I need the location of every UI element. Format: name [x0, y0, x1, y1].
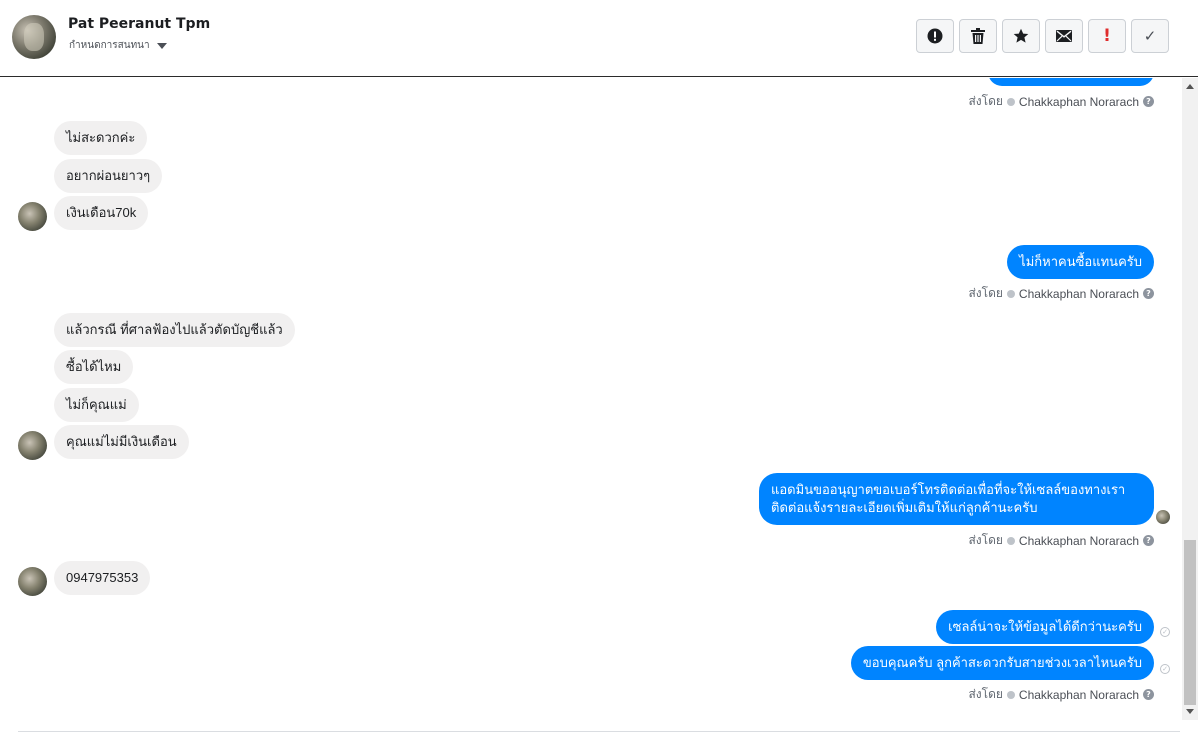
message-bubble-outgoing[interactable]: แอดมินขออนุญาตขอเบอร์โทรติดต่อเพื่อที่จะ…: [759, 473, 1154, 525]
star-icon: [1013, 28, 1029, 43]
message-bubble-outgoing[interactable]: เซลล์น่าจะให้ข้อมูลได้ดีกว่านะครับ: [936, 610, 1154, 644]
delete-button[interactable]: [959, 19, 997, 53]
message-bubble-incoming[interactable]: ไม่ก็คุณแม่: [54, 388, 139, 422]
sent-by-label: ส่งโดย Chakkaphan Norarach ?: [968, 92, 1154, 111]
help-icon[interactable]: ?: [1143, 689, 1154, 700]
message-bubble-incoming[interactable]: อยากผ่อนยาวๆ: [54, 159, 163, 193]
sent-check-icon: ✓: [1160, 627, 1170, 637]
message-bubble-outgoing[interactable]: ขอบคุณครับ ลูกค้าสะดวกรับสายช่วงเวลาไหนค…: [850, 646, 1154, 680]
follow-up-button[interactable]: !: [1088, 19, 1126, 53]
spam-report-button[interactable]: [916, 19, 954, 53]
check-icon: ✓: [1143, 27, 1157, 45]
sent-by-label: ส่งโดย Chakkaphan Norarach ?: [968, 531, 1154, 550]
agent-status-icon: [1006, 536, 1015, 545]
contact-avatar[interactable]: [12, 15, 56, 59]
message-thread[interactable]: ส่งโดย Chakkaphan Norarach ? ไม่สะดวกค่ะ…: [0, 78, 1182, 720]
help-icon[interactable]: ?: [1143, 96, 1154, 107]
agent-name[interactable]: Chakkaphan Norarach: [1019, 95, 1139, 109]
trash-icon: [971, 28, 985, 44]
message-bubble-outgoing[interactable]: ไม่ก็หาคนซื้อแทนครับ: [1007, 245, 1154, 279]
agent-name[interactable]: Chakkaphan Norarach: [1019, 688, 1139, 702]
message-bubble-incoming[interactable]: เงินเดือน70k: [54, 196, 149, 230]
sent-by-prefix: ส่งโดย: [968, 286, 1003, 300]
message-bubble-outgoing[interactable]: [988, 78, 1154, 86]
sent-by-label: ส่งโดย Chakkaphan Norarach ?: [968, 685, 1154, 704]
exclamation-icon: !: [1103, 26, 1111, 46]
stage-label: กำหนดการสนทนา: [69, 40, 150, 51]
message-bubble-incoming[interactable]: ซื้อได้ไหม: [54, 350, 134, 384]
thread-scrollbar[interactable]: [1182, 78, 1198, 720]
agent-status-icon: [1006, 97, 1015, 106]
caret-down-icon: [156, 42, 167, 49]
agent-status-icon: [1006, 690, 1015, 699]
agent-name[interactable]: Chakkaphan Norarach: [1019, 287, 1139, 301]
sent-by-prefix: ส่งโดย: [968, 687, 1003, 701]
exclamation-circle-icon: [927, 28, 943, 44]
message-bubble-incoming[interactable]: ไม่สะดวกค่ะ: [54, 121, 148, 155]
composer-divider: [18, 731, 1180, 732]
contact-avatar-small: [18, 567, 47, 596]
contact-avatar-small: [18, 202, 47, 231]
agent-name[interactable]: Chakkaphan Norarach: [1019, 534, 1139, 548]
stage-selector[interactable]: กำหนดการสนทนา: [69, 38, 167, 53]
help-icon[interactable]: ?: [1143, 288, 1154, 299]
scrollbar-thumb[interactable]: [1184, 540, 1196, 705]
contact-avatar-small: [18, 431, 47, 460]
mark-unread-button[interactable]: [1045, 19, 1083, 53]
conversation-toolbar: ! ✓: [916, 19, 1169, 53]
message-bubble-incoming[interactable]: คุณแม่ไม่มีเงินเดือน: [54, 425, 189, 459]
mark-done-button[interactable]: ✓: [1131, 19, 1169, 53]
scroll-up-arrow-icon[interactable]: [1186, 84, 1194, 89]
sent-by-prefix: ส่งโดย: [968, 94, 1003, 108]
seen-avatar: [1156, 510, 1170, 524]
message-bubble-incoming[interactable]: 0947975353: [54, 561, 151, 595]
star-button[interactable]: [1002, 19, 1040, 53]
scroll-down-arrow-icon[interactable]: [1186, 709, 1194, 714]
message-bubble-incoming[interactable]: แล้วกรณี ที่ศาลฟ้องไปแล้วตัดบัญชีแล้ว: [54, 313, 295, 347]
sent-by-prefix: ส่งโดย: [968, 533, 1003, 547]
contact-name[interactable]: Pat Peeranut Tpm: [68, 16, 210, 32]
sent-by-label: ส่งโดย Chakkaphan Norarach ?: [968, 284, 1154, 303]
help-icon[interactable]: ?: [1143, 535, 1154, 546]
sent-check-icon: ✓: [1160, 664, 1170, 674]
conversation-header: Pat Peeranut Tpm กำหนดการสนทนา ! ✓: [0, 0, 1198, 77]
envelope-icon: [1056, 30, 1072, 42]
agent-status-icon: [1006, 289, 1015, 298]
